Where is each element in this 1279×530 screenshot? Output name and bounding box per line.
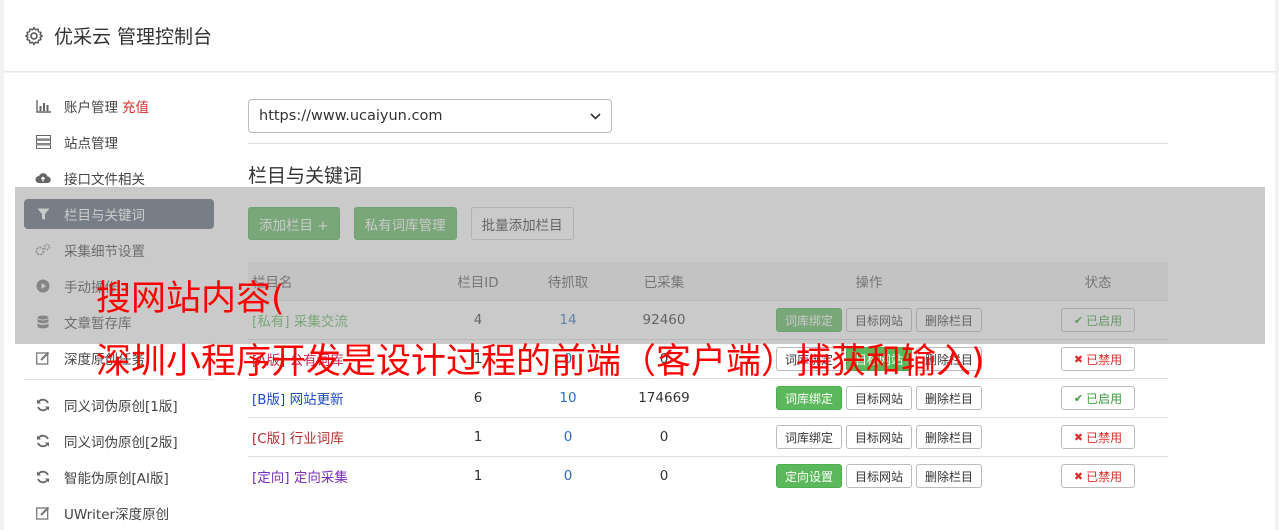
pending-count[interactable]: 0	[518, 468, 618, 484]
column-tag: [定向]	[252, 470, 290, 486]
status-label: 已禁用	[1086, 469, 1123, 484]
column-id: 6	[473, 390, 483, 406]
cloud-upload-icon	[35, 170, 51, 186]
status-cell: ✖ 已禁用	[1028, 464, 1168, 488]
sidebar-item-label: 站点管理	[64, 136, 118, 152]
refresh-icon	[35, 469, 51, 485]
sidebar-item-label: 同义词伪原创[1版]	[64, 399, 178, 415]
sidebar-item-synonym-v2[interactable]: 同义词伪原创[2版]	[24, 426, 214, 456]
status-cell: ✖ 已禁用	[1028, 425, 1168, 449]
column-id: 1	[473, 429, 483, 445]
collected-count: 0	[659, 468, 669, 484]
table-row: [C版] 行业词库 1 0 0 词库绑定 目标网站 删除栏目 ✖ 已禁用	[248, 417, 1168, 456]
sidebar-item-label: 账户管理	[64, 100, 118, 116]
target-site-button[interactable]: 目标网站	[846, 386, 913, 410]
close-icon: ✖	[1073, 352, 1084, 366]
server-icon	[35, 134, 51, 150]
top-header: 优采云 管理控制台	[4, 0, 1275, 72]
delete-column-button[interactable]: 删除栏目	[916, 425, 983, 449]
column-tag: [B版]	[252, 392, 286, 408]
status-toggle[interactable]: ✖ 已禁用	[1061, 347, 1135, 371]
collected-count: 174669	[638, 390, 690, 406]
target-site-button[interactable]: 目标网站	[846, 464, 913, 488]
status-cell: ✔ 已启用	[1028, 386, 1168, 410]
close-icon: ✖	[1073, 469, 1084, 483]
sidebar-item-label: 同义词伪原创[2版]	[64, 435, 178, 451]
row-actions: 定向设置 目标网站 删除栏目	[710, 464, 1028, 488]
column-name-cell[interactable]: [定向] 定向采集	[248, 466, 438, 486]
refresh-icon	[35, 433, 51, 449]
sidebar-item-label: 接口文件相关	[64, 172, 145, 188]
edit-icon	[35, 505, 51, 521]
divider	[248, 143, 1168, 144]
status-toggle[interactable]: ✖ 已禁用	[1061, 464, 1135, 488]
sidebar-item-sites[interactable]: 站点管理	[24, 127, 214, 157]
overlay-text-line1: 搜网站内容(	[96, 279, 285, 319]
sidebar-item-uwriter[interactable]: UWriter深度原创	[24, 498, 214, 528]
status-label: 已启用	[1086, 391, 1123, 406]
bind-library-button[interactable]: 词库绑定	[776, 386, 843, 410]
pending-count[interactable]: 10	[518, 390, 618, 406]
edit-icon	[35, 350, 51, 366]
sidebar-item-account[interactable]: 账户管理 充值	[24, 91, 214, 121]
status-label: 已禁用	[1086, 352, 1123, 367]
status-label: 已禁用	[1086, 430, 1123, 445]
row-actions: 词库绑定 目标网站 删除栏目	[710, 386, 1028, 410]
status-cell: ✖ 已禁用	[1028, 347, 1168, 371]
bar-chart-icon	[35, 98, 51, 114]
overlay-text-line2: 深圳小程序开发是设计过程的前端（客户端）捕获和输入)	[96, 342, 985, 382]
table-row: [定向] 定向采集 1 0 0 定向设置 目标网站 删除栏目 ✖ 已禁用	[248, 456, 1168, 495]
recharge-link[interactable]: 充值	[122, 96, 149, 116]
sidebar-item-label: UWriter深度原创	[64, 507, 170, 523]
gear-icon	[25, 26, 43, 45]
status-toggle[interactable]: ✔ 已启用	[1061, 386, 1135, 410]
bind-library-button[interactable]: 词库绑定	[776, 425, 843, 449]
chevron-down-icon	[590, 110, 601, 123]
sidebar-item-ai-rewrite[interactable]: 智能伪原创[AI版]	[24, 462, 214, 492]
site-select-value: https://www.ucaiyun.com	[259, 108, 443, 124]
close-icon: ✖	[1073, 430, 1084, 444]
column-name: 定向采集	[293, 470, 348, 486]
pending-count[interactable]: 0	[518, 429, 618, 445]
delete-column-button[interactable]: 删除栏目	[916, 386, 983, 410]
delete-column-button[interactable]: 删除栏目	[916, 464, 983, 488]
site-select[interactable]: https://www.ucaiyun.com	[248, 99, 612, 133]
sidebar-item-synonym-v1[interactable]: 同义词伪原创[1版]	[24, 390, 214, 420]
sidebar-item-label: 智能伪原创[AI版]	[64, 471, 169, 487]
target-site-button[interactable]: 目标网站	[846, 425, 913, 449]
row-actions: 词库绑定 目标网站 删除栏目	[710, 425, 1028, 449]
refresh-icon	[35, 397, 51, 413]
check-icon: ✔	[1073, 391, 1084, 405]
column-name: 网站更新	[289, 392, 344, 408]
page-title: 优采云 管理控制台	[54, 26, 213, 48]
status-toggle[interactable]: ✖ 已禁用	[1061, 425, 1135, 449]
column-id: 1	[473, 468, 483, 484]
collected-count: 0	[659, 429, 669, 445]
section-title: 栏目与关键词	[248, 165, 363, 187]
bind-library-button[interactable]: 定向设置	[776, 464, 843, 488]
column-name: 行业词库	[289, 431, 344, 447]
column-tag: [C版]	[252, 431, 286, 447]
column-name-cell[interactable]: [C版] 行业词库	[248, 427, 438, 447]
column-name-cell[interactable]: [B版] 网站更新	[248, 388, 438, 408]
